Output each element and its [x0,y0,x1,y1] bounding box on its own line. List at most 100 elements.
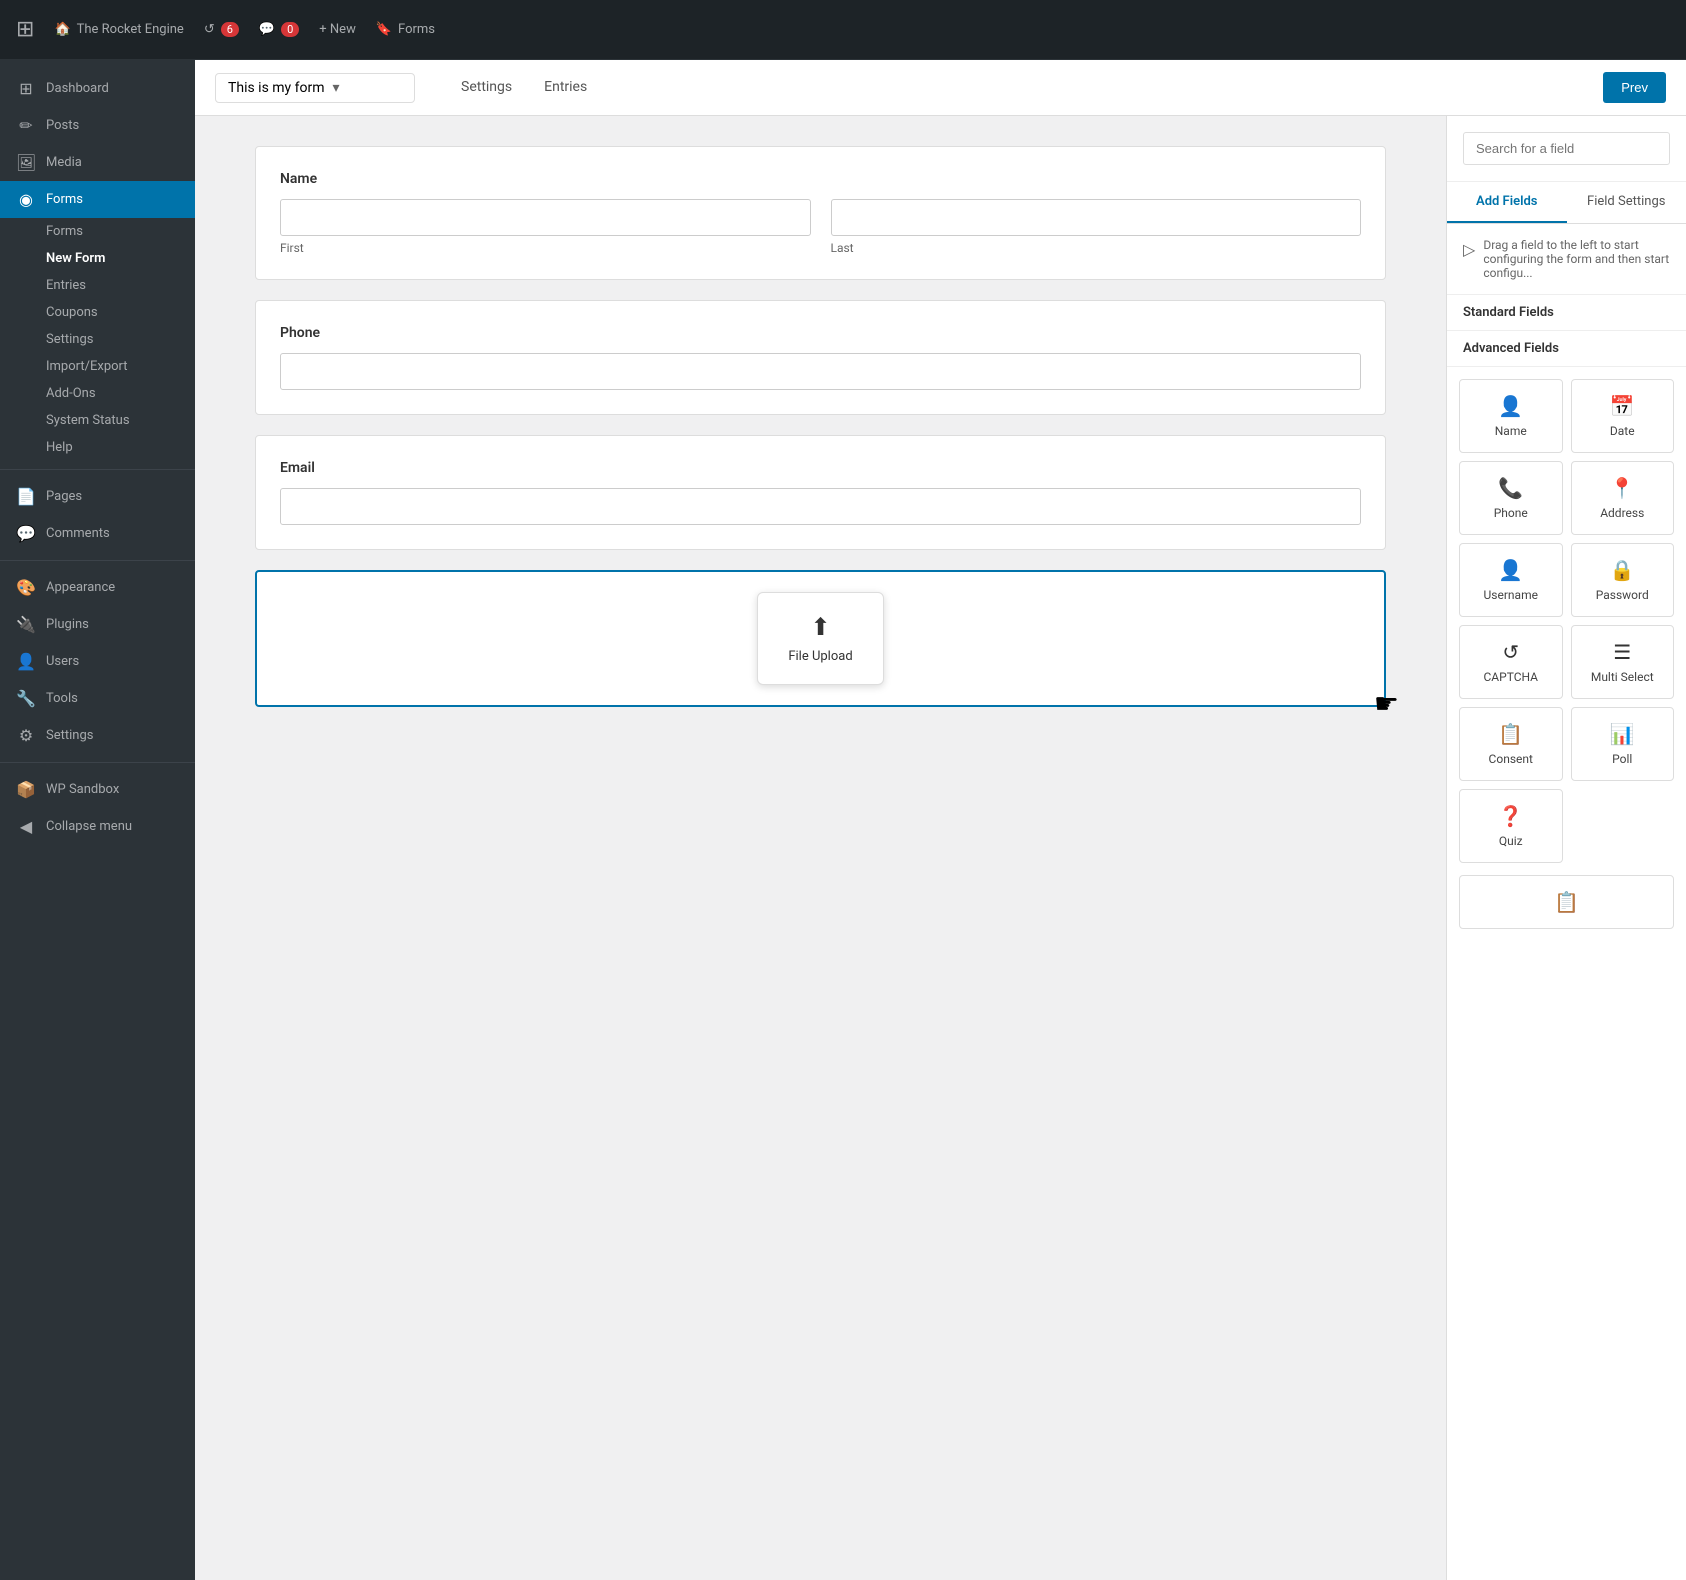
appearance-icon: 🎨 [16,578,36,597]
name-last-col: Last [831,199,1362,255]
sidebar-separator-2 [0,560,195,561]
field-username-icon: 👤 [1498,558,1523,582]
form-title-chevron-icon: ▾ [333,80,340,96]
form-title-text: This is my form [228,80,325,96]
sidebar-separator-3 [0,762,195,763]
field-card-password[interactable]: 🔒 Password [1571,543,1675,617]
sidebar-item-plugins[interactable]: 🔌 Plugins [0,606,195,643]
field-address-icon: 📍 [1610,476,1635,500]
form-header: This is my form ▾ Settings Entries Prev [195,60,1686,116]
sidebar-tools-label: Tools [46,691,78,706]
advanced-fields-grid: 👤 Name 📅 Date 📞 Phone 📍 Address [1447,367,1686,875]
submenu-entries-label: Entries [46,278,86,293]
forms-bar-item[interactable]: 🔖 Forms [376,22,435,37]
name-first-input[interactable] [280,199,811,236]
tab-settings-label: Settings [461,79,512,95]
tab-field-settings[interactable]: Field Settings [1567,182,1686,223]
sidebar-item-tools[interactable]: 🔧 Tools [0,680,195,717]
field-username-label: Username [1484,588,1538,602]
field-date-label: Date [1610,424,1635,438]
tab-entries-label: Entries [544,79,587,95]
sidebar-item-comments[interactable]: 💬 Comments [0,515,195,552]
site-name-item[interactable]: 🏠 The Rocket Engine [54,22,183,37]
comments-count: 0 [281,22,299,37]
media-icon: 🖼 [16,153,36,172]
main-layout: ⊞ Dashboard ✏ Posts 🖼 Media ◉ Forms Form… [0,60,1686,1580]
admin-bar: ⊞ 🏠 The Rocket Engine ↺ 6 💬 0 + New 🔖 Fo… [0,0,1686,60]
field-search-input[interactable] [1463,132,1670,165]
phone-field-label: Phone [280,325,1361,341]
submenu-addons[interactable]: Add-Ons [0,380,195,407]
field-card-address[interactable]: 📍 Address [1571,461,1675,535]
field-consent-label: Consent [1489,752,1533,766]
field-card-consent[interactable]: 📋 Consent [1459,707,1563,781]
updates-count: 6 [221,22,239,37]
sidebar-plugins-label: Plugins [46,617,89,632]
sidebar-item-forms[interactable]: ◉ Forms [0,181,195,218]
submenu-coupons-label: Coupons [46,305,98,320]
field-card-name[interactable]: 👤 Name [1459,379,1563,453]
name-last-input[interactable] [831,199,1362,236]
field-card-username[interactable]: 👤 Username [1459,543,1563,617]
sidebar-posts-label: Posts [46,118,79,133]
sidebar-item-posts[interactable]: ✏ Posts [0,107,195,144]
pages-icon: 📄 [16,487,36,506]
right-panel-tabs: Add Fields Field Settings [1447,182,1686,224]
sidebar-item-appearance[interactable]: 🎨 Appearance [0,569,195,606]
submenu-form-settings[interactable]: Settings [0,326,195,353]
right-panel-hint: ▷ Drag a field to the left to start conf… [1447,224,1686,295]
field-card-multi-select[interactable]: ☰ Multi Select [1571,625,1675,699]
sidebar-item-media[interactable]: 🖼 Media [0,144,195,181]
preview-button[interactable]: Prev [1603,72,1666,103]
field-poll-label: Poll [1612,752,1632,766]
tab-add-fields[interactable]: Add Fields [1447,182,1567,223]
updates-icon: ↺ [204,22,215,37]
wp-logo-icon[interactable]: ⊞ [16,17,34,42]
field-multiselect-label: Multi Select [1591,670,1654,684]
field-card-date[interactable]: 📅 Date [1571,379,1675,453]
phone-field-block: Phone [255,300,1386,415]
sidebar-collapse-label: Collapse menu [46,819,132,834]
field-card-poll[interactable]: 📊 Poll [1571,707,1675,781]
sidebar-item-settings[interactable]: ⚙ Settings [0,717,195,754]
new-item[interactable]: + New [319,22,356,37]
email-input[interactable] [280,488,1361,525]
sidebar-item-pages[interactable]: 📄 Pages [0,478,195,515]
comments-item[interactable]: 💬 0 [259,22,299,37]
file-upload-card[interactable]: ⬆ File Upload [757,592,883,685]
bottom-field-card[interactable]: 📋 [1459,875,1674,929]
field-card-captcha[interactable]: ↺ CAPTCHA [1459,625,1563,699]
submenu-entries[interactable]: Entries [0,272,195,299]
sidebar-collapse-menu[interactable]: ◀ Collapse menu [0,808,195,845]
name-last-sublabel: Last [831,241,1362,255]
sidebar-item-users[interactable]: 👤 Users [0,643,195,680]
sidebar-wpsandbox-label: WP Sandbox [46,782,119,797]
form-title-dropdown[interactable]: This is my form ▾ [215,73,415,103]
submenu-system-status[interactable]: System Status [0,407,195,434]
submenu-coupons[interactable]: Coupons [0,299,195,326]
name-field-row: First Last [280,199,1361,255]
advanced-fields-title: Advanced Fields [1447,331,1686,367]
sidebar-item-wpsandbox[interactable]: 📦 WP Sandbox [0,771,195,808]
main-content: This is my form ▾ Settings Entries Prev [195,60,1686,1580]
field-card-quiz[interactable]: ❓ Quiz [1459,789,1563,863]
field-consent-icon: 📋 [1498,722,1523,746]
field-card-phone[interactable]: 📞 Phone [1459,461,1563,535]
tab-entries[interactable]: Entries [528,61,603,115]
sidebar-item-dashboard[interactable]: ⊞ Dashboard [0,70,195,107]
submenu-import-export[interactable]: Import/Export [0,353,195,380]
submenu-new-form[interactable]: New Form [0,245,195,272]
tab-settings[interactable]: Settings [445,61,528,115]
submenu-new-form-label: New Form [46,251,105,266]
phone-input[interactable] [280,353,1361,390]
posts-icon: ✏ [16,116,36,135]
submenu-help[interactable]: Help [0,434,195,461]
field-captcha-label: CAPTCHA [1483,670,1538,684]
submenu-import-export-label: Import/Export [46,359,128,374]
updates-item[interactable]: ↺ 6 [204,22,239,37]
sidebar: ⊞ Dashboard ✏ Posts 🖼 Media ◉ Forms Form… [0,60,195,1580]
field-captcha-icon: ↺ [1502,640,1519,664]
comments-icon: 💬 [259,22,275,37]
submenu-forms-all[interactable]: Forms [0,218,195,245]
tab-field-settings-label: Field Settings [1587,194,1665,209]
